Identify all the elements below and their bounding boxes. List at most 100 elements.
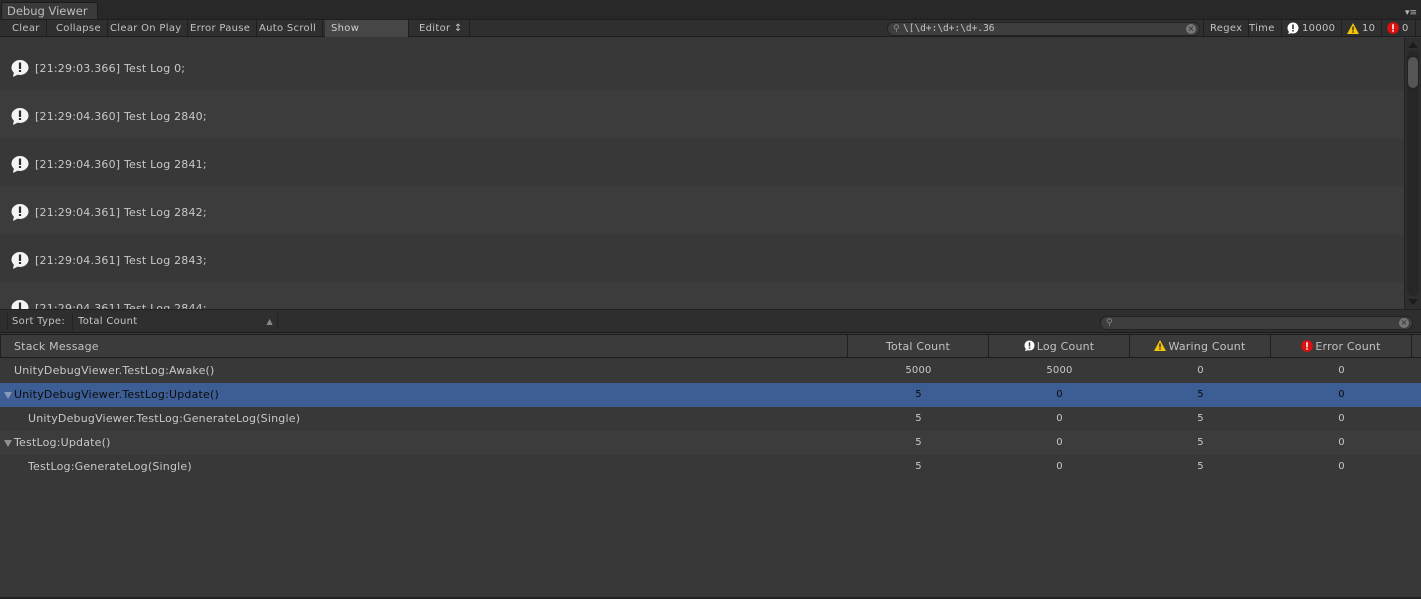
- error-pause-button[interactable]: Error Pause: [184, 20, 258, 37]
- sort-type-label: Sort Type:: [7, 313, 65, 330]
- analysis-table-header: Stack Message Total Count Log Count Wari…: [0, 334, 1421, 358]
- sort-type-value: Total Count: [78, 316, 138, 327]
- time-toggle[interactable]: Time: [1243, 20, 1282, 37]
- sort-type-dropdown[interactable]: Total Count ▲: [72, 313, 278, 330]
- total-count: 5000: [905, 365, 932, 376]
- clear-button[interactable]: Clear: [6, 20, 47, 37]
- info-icon: [11, 108, 29, 125]
- column-label: Error Count: [1315, 340, 1381, 353]
- log-count: 0: [1056, 437, 1063, 448]
- scroll-up-arrow-icon[interactable]: [1408, 42, 1418, 48]
- foldout-arrow-icon[interactable]: [4, 392, 12, 399]
- total-count: 5: [915, 413, 922, 424]
- search-icon: ⚲: [1106, 318, 1113, 328]
- warning-icon: [1347, 22, 1359, 34]
- log-count: 0: [1056, 461, 1063, 472]
- analysis-search-field[interactable]: ⚲ ×: [1100, 316, 1413, 330]
- log-entry[interactable]: [21:29:04.361] Test Log 2844;: [0, 282, 1404, 309]
- context-menu-icon[interactable]: ▾≡: [1405, 8, 1417, 18]
- error-icon: [1387, 22, 1399, 34]
- auto-scroll-button[interactable]: Auto Scroll: [253, 20, 324, 37]
- analysis-search-input[interactable]: [1116, 317, 1396, 329]
- table-row[interactable]: TestLog:Update() 5 0 5 0: [0, 431, 1421, 455]
- search-icon: ⚲: [893, 24, 900, 34]
- info-icon: [1024, 340, 1035, 351]
- toolbar: Clear Collapse Clear On Play Error Pause…: [0, 19, 1421, 51]
- info-icon: [1287, 22, 1299, 34]
- info-icon: [11, 60, 29, 77]
- column-log-count[interactable]: Log Count: [989, 335, 1130, 358]
- log-text: [21:29:04.360] Test Log 2841;: [35, 158, 207, 171]
- scroll-down-arrow-icon[interactable]: [1408, 299, 1418, 305]
- warning-filter-toggle[interactable]: 10: [1341, 20, 1383, 37]
- error-count: 0: [1338, 461, 1345, 472]
- error-count: 0: [1338, 365, 1345, 376]
- log-count: 0: [1056, 389, 1063, 400]
- info-icon: [11, 156, 29, 173]
- log-entry[interactable]: [21:29:04.361] Test Log 2842;: [0, 186, 1404, 234]
- log-entry[interactable]: [21:29:04.361] Test Log 2843;: [0, 234, 1404, 282]
- table-row[interactable]: UnityDebugViewer.TestLog:Awake() 5000 50…: [0, 359, 1421, 383]
- column-label: Waring Count: [1168, 340, 1246, 353]
- stack-message: UnityDebugViewer.TestLog:Awake(): [14, 364, 215, 377]
- info-icon: [11, 300, 29, 309]
- clear-search-icon[interactable]: ×: [1399, 318, 1409, 328]
- table-row[interactable]: UnityDebugViewer.TestLog:GenerateLog(Sin…: [0, 407, 1421, 431]
- collapse-button[interactable]: Collapse: [50, 20, 108, 37]
- clear-search-icon[interactable]: ×: [1186, 24, 1196, 34]
- column-total-count[interactable]: Total Count: [848, 335, 989, 358]
- log-search-input[interactable]: [903, 23, 1183, 35]
- table-row[interactable]: TestLog:GenerateLog(Single) 5 0 5 0: [0, 455, 1421, 479]
- column-stack-message[interactable]: Stack Message: [0, 335, 848, 358]
- log-list[interactable]: [21:29:03.366] Test Log 0; [21:29:04.360…: [0, 38, 1404, 309]
- total-count: 5: [915, 461, 922, 472]
- log-search-field[interactable]: ⚲ ×: [887, 22, 1200, 36]
- warning-count: 5: [1197, 461, 1204, 472]
- editor-dropdown[interactable]: Editor ↕: [413, 20, 470, 37]
- analysis-table-body: UnityDebugViewer.TestLog:Awake() 5000 50…: [0, 359, 1421, 597]
- error-icon: [1301, 339, 1314, 352]
- log-filter-toggle[interactable]: 10000: [1281, 20, 1343, 37]
- log-text: [21:29:04.360] Test Log 2840;: [35, 110, 207, 123]
- analysis-toolbar: Sort Type: Total Count ▲ ⚲ ×: [0, 309, 1421, 333]
- window-tab[interactable]: Debug Viewer: [1, 2, 98, 20]
- error-count: 0: [1338, 413, 1345, 424]
- show-analysis-button[interactable]: Show Analysis: [325, 20, 409, 51]
- stack-message: UnityDebugViewer.TestLog:GenerateLog(Sin…: [28, 412, 301, 425]
- error-count: 0: [1402, 23, 1409, 34]
- log-entry[interactable]: [21:29:04.360] Test Log 2840;: [0, 90, 1404, 138]
- column-error-count[interactable]: Error Count: [1271, 335, 1412, 358]
- error-filter-toggle[interactable]: 0: [1381, 20, 1416, 37]
- stack-message: TestLog:Update(): [14, 436, 111, 449]
- total-count: 5: [915, 437, 922, 448]
- stack-message: TestLog:GenerateLog(Single): [28, 460, 192, 473]
- foldout-arrow-icon[interactable]: [4, 440, 12, 447]
- log-text: [21:29:04.361] Test Log 2843;: [35, 254, 207, 267]
- warning-icon: [1154, 340, 1167, 351]
- warning-count: 5: [1197, 413, 1204, 424]
- warning-count: 5: [1197, 389, 1204, 400]
- log-entry[interactable]: [21:29:04.360] Test Log 2841;: [0, 138, 1404, 186]
- stack-message: UnityDebugViewer.TestLog:Update(): [14, 388, 219, 401]
- window-tab-strip: Debug Viewer ▾≡: [0, 0, 1421, 20]
- log-count: 0: [1056, 413, 1063, 424]
- log-count: 5000: [1046, 365, 1073, 376]
- info-icon: [11, 252, 29, 269]
- error-count: 0: [1338, 389, 1345, 400]
- clear-on-play-button[interactable]: Clear On Play: [104, 20, 189, 37]
- table-row[interactable]: UnityDebugViewer.TestLog:Update() 5 0 5 …: [0, 383, 1421, 407]
- total-count: 5: [915, 389, 922, 400]
- column-warning-count[interactable]: Waring Count: [1130, 335, 1271, 358]
- log-count: 10000: [1302, 23, 1336, 34]
- warning-count: 10: [1362, 23, 1376, 34]
- warning-count: 5: [1197, 437, 1204, 448]
- log-list-scrollbar[interactable]: [1404, 38, 1421, 309]
- info-icon: [11, 204, 29, 221]
- log-entry[interactable]: [21:29:03.366] Test Log 0;: [0, 42, 1404, 90]
- dropdown-arrows-icon: ▲: [266, 317, 273, 326]
- log-text: [21:29:04.361] Test Log 2844;: [35, 302, 207, 309]
- scrollbar-thumb[interactable]: [1407, 56, 1419, 89]
- warning-count: 0: [1197, 365, 1204, 376]
- error-count: 0: [1338, 437, 1345, 448]
- log-text: [21:29:04.361] Test Log 2842;: [35, 206, 207, 219]
